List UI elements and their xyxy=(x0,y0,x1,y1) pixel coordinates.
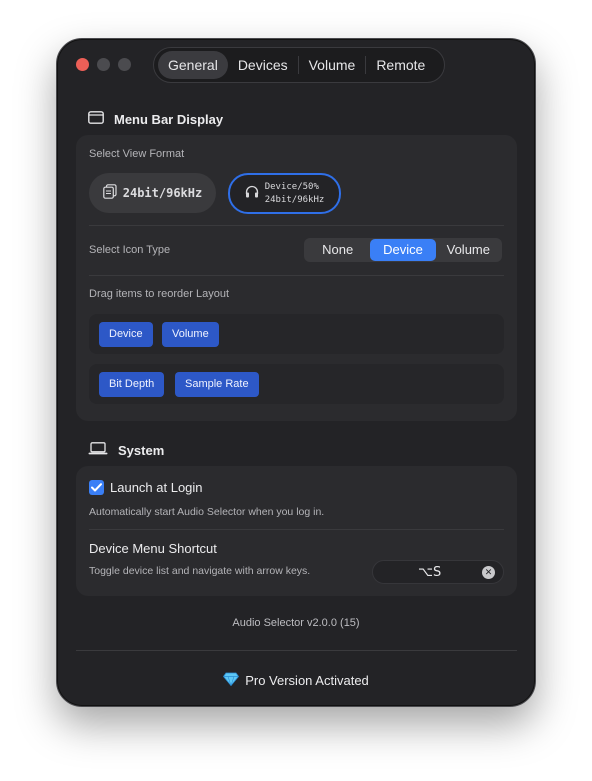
pro-status-text: Pro Version Activated xyxy=(245,673,369,688)
icon-type-volume[interactable]: Volume xyxy=(436,239,501,261)
settings-window: General Devices Volume Remote Menu Bar D… xyxy=(56,38,536,707)
window-icon xyxy=(88,111,104,127)
view-format-label: Select View Format xyxy=(89,148,185,160)
version-label: Audio Selector v2.0.0 (15) xyxy=(232,617,360,629)
laptop-icon xyxy=(88,442,108,458)
launch-at-login-checkbox[interactable] xyxy=(89,480,104,495)
divider xyxy=(89,225,504,226)
tab-general[interactable]: General xyxy=(158,51,228,79)
system-title-text: System xyxy=(118,442,165,458)
shortcut-recorder-field[interactable]: ⌥S ✕ xyxy=(372,560,504,584)
layout-row-1: Device Volume xyxy=(89,314,504,354)
tab-volume[interactable]: Volume xyxy=(299,51,366,79)
system-card: Launch at Login Automatically start Audi… xyxy=(76,466,517,596)
system-section-title: System xyxy=(88,442,164,458)
window-controls xyxy=(76,58,131,71)
icon-type-none[interactable]: None xyxy=(305,239,370,261)
view-format-option-compact[interactable]: 24bit/96kHz xyxy=(89,173,216,213)
layout-chip-bit-depth[interactable]: Bit Depth xyxy=(99,372,165,397)
icon-type-label: Select Icon Type xyxy=(89,244,171,256)
close-window-button[interactable] xyxy=(76,58,89,71)
layout-row-2: Bit Depth Sample Rate xyxy=(89,364,504,404)
menu-bar-section-title: Menu Bar Display xyxy=(88,111,223,127)
icon-type-device[interactable]: Device xyxy=(370,239,436,261)
headphones-icon xyxy=(245,185,259,203)
zoom-window-button[interactable] xyxy=(118,58,131,71)
settings-tabs: General Devices Volume Remote xyxy=(153,47,445,83)
divider xyxy=(89,529,504,530)
launch-at-login-label[interactable]: Launch at Login xyxy=(110,480,203,495)
view-format-detailed-line2: 24bit/96kHz xyxy=(264,194,325,205)
document-stack-icon xyxy=(102,184,117,202)
menu-bar-card: Select View Format 24bit/96kHz Device/50… xyxy=(76,135,517,421)
tab-devices[interactable]: Devices xyxy=(228,51,298,79)
view-format-compact-text: 24bit/96kHz xyxy=(122,186,203,200)
minimize-window-button[interactable] xyxy=(97,58,110,71)
pro-status: Pro Version Activated xyxy=(57,672,535,689)
layout-chip-device[interactable]: Device xyxy=(99,322,153,347)
reorder-label: Drag items to reorder Layout xyxy=(89,288,230,300)
layout-chip-volume[interactable]: Volume xyxy=(162,322,219,347)
layout-chip-sample-rate[interactable]: Sample Rate xyxy=(175,372,259,397)
launch-at-login-description: Automatically start Audio Selector when … xyxy=(89,506,325,518)
tab-remote[interactable]: Remote xyxy=(366,51,435,79)
shortcut-description: Toggle device list and navigate with arr… xyxy=(89,565,311,577)
divider xyxy=(89,275,504,276)
gem-icon xyxy=(223,672,240,689)
checkmark-icon xyxy=(91,483,102,492)
shortcut-title: Device Menu Shortcut xyxy=(89,541,217,556)
divider xyxy=(76,650,517,651)
view-format-detailed-line1: Device/50% xyxy=(264,181,319,192)
shortcut-keys-text: ⌥S xyxy=(418,565,442,580)
menu-bar-title-text: Menu Bar Display xyxy=(114,111,224,127)
clear-shortcut-icon[interactable]: ✕ xyxy=(482,566,495,579)
view-format-option-detailed[interactable]: Device/50% 24bit/96kHz xyxy=(228,173,341,214)
icon-type-segmented-control: None Device Volume xyxy=(304,238,502,262)
